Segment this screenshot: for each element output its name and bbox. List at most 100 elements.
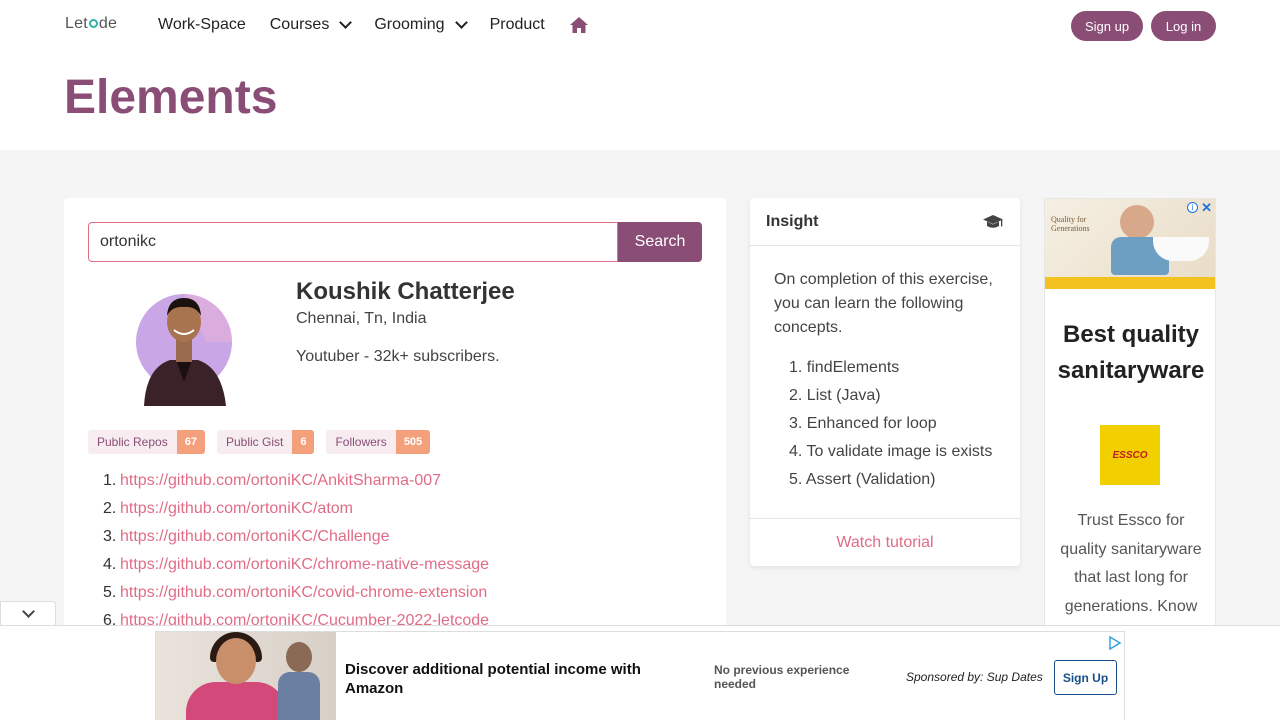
- ad-image-man-head: [286, 642, 312, 672]
- concept-text: Assert (Validation): [805, 471, 936, 488]
- list-item: 4. https://github.com/ortoniKC/chrome-nat…: [103, 554, 489, 582]
- ad-info-icon[interactable]: i: [1187, 202, 1198, 213]
- insight-title: Insight: [766, 212, 819, 230]
- search-input[interactable]: ortonikc: [88, 222, 618, 262]
- ad-image-man-shirt: [278, 672, 320, 720]
- profile-name: Koushik Chatterjee: [296, 278, 515, 305]
- profile-stats: Public Repos 67 Public Gist 6 Followers …: [88, 430, 442, 454]
- stat-public-gist: Public Gist 6: [216, 430, 315, 454]
- nav-label: Product: [489, 16, 545, 33]
- list-number: 1.: [789, 359, 803, 376]
- insight-card: Insight On completion of this exercise, …: [750, 198, 1020, 566]
- repo-link[interactable]: https://github.com/ortoniKC/Challenge: [120, 528, 389, 545]
- ad-brand-logo[interactable]: ESSCO: [1100, 425, 1160, 485]
- close-icon[interactable]: ✕: [1201, 200, 1212, 216]
- repo-link[interactable]: https://github.com/ortoniKC/atom: [120, 500, 353, 517]
- ad-image[interactable]: [156, 632, 336, 720]
- logo-circle-icon: [88, 19, 98, 28]
- graduation-cap-icon: [983, 214, 1003, 228]
- logo-text-end: de: [98, 15, 118, 32]
- repo-link[interactable]: https://github.com/ortoniKC/chrome-nativ…: [120, 556, 489, 573]
- concept-text: Enhanced for loop: [806, 415, 937, 432]
- ad-image-basin: [1153, 237, 1209, 261]
- ad-image-child-head: [1120, 205, 1154, 239]
- ad-headline[interactable]: Discover additional potential income wit…: [345, 660, 675, 698]
- chevron-down-icon: [21, 604, 35, 618]
- sign-up-button[interactable]: Sign up: [1071, 11, 1143, 41]
- list-item: 1. https://github.com/ortoniKC/AnkitSharm…: [103, 470, 489, 498]
- insight-intro: On completion of this exercise, you can …: [774, 271, 993, 336]
- insight-header: Insight: [750, 198, 1020, 246]
- list-item: 2. https://github.com/ortoniKC/atom: [103, 498, 489, 526]
- nav-item-product[interactable]: Product: [490, 16, 545, 34]
- ad-headline[interactable]: Best quality sanitaryware: [1045, 317, 1215, 389]
- watch-tutorial-link[interactable]: Watch tutorial: [750, 518, 1020, 566]
- search-button[interactable]: Search: [618, 222, 702, 262]
- ad-image-band: [1045, 277, 1215, 289]
- stat-count: 67: [176, 430, 205, 454]
- list-number: 1.: [103, 472, 117, 489]
- home-icon: [569, 17, 588, 33]
- list-number: 4.: [789, 443, 803, 460]
- list-number: 5.: [789, 471, 803, 488]
- list-number: 4.: [103, 556, 117, 573]
- nav-item-work-space[interactable]: Work-Space: [158, 16, 246, 34]
- bottom-advertisement-bar: Discover additional potential income wit…: [0, 625, 1280, 720]
- list-number: 2.: [789, 387, 803, 404]
- ad-sign-up-button[interactable]: Sign Up: [1054, 660, 1117, 695]
- stat-label: Public Gist: [216, 430, 293, 454]
- nav-label: Courses: [269, 16, 330, 33]
- list-number: 5.: [103, 584, 117, 601]
- ad-description: Trust Essco for quality sanitaryware tha…: [1060, 512, 1202, 615]
- chevron-down-icon: [454, 15, 468, 29]
- list-item: 1. findElements: [789, 356, 996, 384]
- search-input-value: ortonikc: [100, 233, 157, 250]
- profile-location: Chennai, Tn, India: [296, 310, 427, 327]
- concept-text: To validate image is exists: [806, 443, 993, 460]
- page-title: Elements: [64, 71, 278, 124]
- ad-image-saree: [186, 682, 286, 720]
- profile-card: ortonikc Search Koushik Chatterjee Chenn…: [64, 198, 726, 638]
- bottom-advertisement[interactable]: Discover additional potential income wit…: [155, 631, 1125, 720]
- profile-bio: Youtuber - 32k+ subscribers.: [296, 348, 500, 365]
- adchoices-icon[interactable]: [1108, 636, 1122, 650]
- nav-item-grooming[interactable]: Grooming: [374, 15, 468, 34]
- list-item: 2. List (Java): [789, 384, 996, 412]
- ad-sponsor: Sponsored by: Sup Dates: [906, 670, 1043, 684]
- list-number: 3.: [103, 528, 117, 545]
- log-in-button[interactable]: Log in: [1151, 11, 1216, 41]
- stat-followers: Followers 505: [326, 430, 431, 454]
- nav-label: Work-Space: [158, 16, 246, 33]
- collapse-ad-button[interactable]: [0, 601, 56, 625]
- repo-list: 1. https://github.com/ortoniKC/AnkitSharm…: [103, 470, 489, 638]
- list-number: 3.: [789, 415, 803, 432]
- side-advertisement[interactable]: Quality for Generations i ✕ Best quality…: [1044, 198, 1216, 628]
- main-nav: Work-Space Courses Grooming Product: [158, 15, 613, 34]
- list-item: 3. https://github.com/ortoniKC/Challenge: [103, 526, 489, 554]
- list-number: 2.: [103, 500, 117, 517]
- ad-image-text: Quality for Generations: [1051, 215, 1090, 233]
- list-item: 5. https://github.com/ortoniKC/covid-chro…: [103, 582, 489, 610]
- concept-text: findElements: [806, 359, 900, 376]
- insight-body: On completion of this exercise, you can …: [750, 246, 1020, 496]
- stat-label: Public Repos: [88, 430, 177, 454]
- list-item: 3. Enhanced for loop: [789, 412, 996, 440]
- nav-item-home[interactable]: [569, 16, 589, 34]
- concept-list: 1. findElements 2. List (Java) 3. Enhanc…: [774, 356, 996, 496]
- logo-text-start: Let: [65, 15, 88, 32]
- list-item: 4. To validate image is exists: [789, 440, 996, 468]
- list-item: 5. Assert (Validation): [789, 468, 996, 496]
- stat-count: 6: [292, 430, 315, 454]
- nav-label: Grooming: [374, 16, 445, 33]
- stat-public-repos: Public Repos 67: [88, 430, 205, 454]
- stat-count: 505: [395, 430, 431, 454]
- stat-label: Followers: [326, 430, 396, 454]
- ad-image-face: [216, 638, 256, 684]
- repo-link[interactable]: https://github.com/ortoniKC/AnkitSharma-…: [120, 472, 441, 489]
- top-header: Let de Work-Space Courses Grooming Produc…: [0, 0, 1280, 150]
- concept-text: List (Java): [806, 387, 881, 404]
- nav-item-courses[interactable]: Courses: [269, 15, 353, 34]
- site-logo[interactable]: Let de: [65, 15, 117, 33]
- repo-link[interactable]: https://github.com/ortoniKC/covid-chrome…: [120, 584, 487, 601]
- ad-subtext: No previous experience needed: [714, 663, 850, 691]
